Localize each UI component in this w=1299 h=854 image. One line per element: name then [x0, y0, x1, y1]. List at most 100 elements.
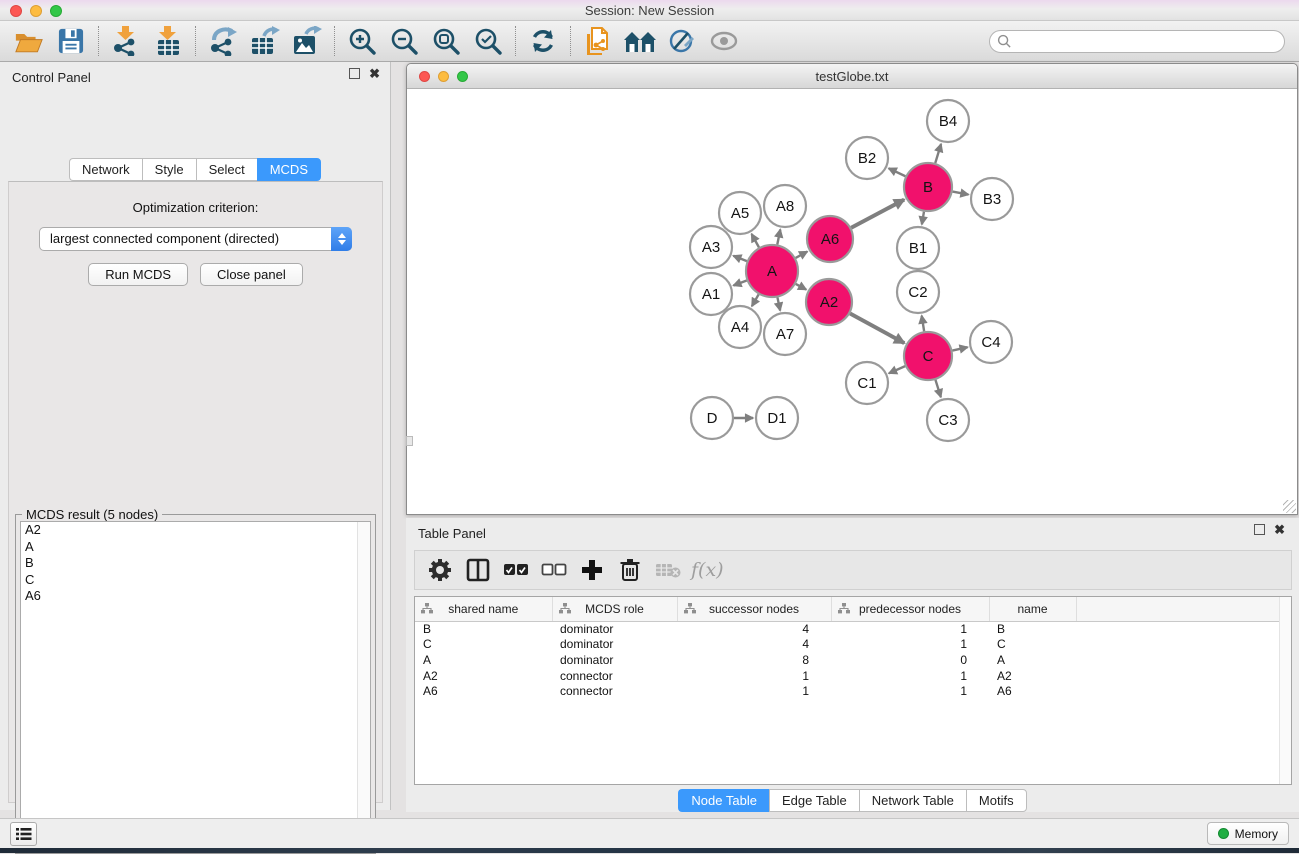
zoom-selected-button[interactable] — [467, 24, 509, 58]
result-scrollbar[interactable] — [357, 522, 370, 848]
table-cell[interactable]: 8 — [677, 652, 831, 668]
tab-motifs[interactable]: Motifs — [966, 789, 1027, 812]
mcds-result-item[interactable]: A6 — [21, 588, 370, 605]
table-cell[interactable]: A — [989, 652, 1076, 668]
table-row[interactable]: A2connector11A2 — [415, 668, 1291, 684]
graph-edge[interactable] — [889, 366, 905, 373]
float-panel-icon[interactable] — [1254, 524, 1265, 535]
table-cell[interactable]: B — [415, 621, 552, 637]
zoom-out-button[interactable] — [383, 24, 425, 58]
table-cell[interactable]: 1 — [677, 683, 831, 699]
zoom-fit-button[interactable] — [425, 24, 467, 58]
graph-edge[interactable] — [752, 234, 759, 247]
column-header-name[interactable]: name — [989, 597, 1076, 621]
export-table-button[interactable] — [244, 24, 286, 58]
network-window-titlebar[interactable]: testGlobe.txt — [407, 64, 1297, 89]
table-cell[interactable]: A — [415, 652, 552, 668]
export-image-button[interactable] — [286, 24, 328, 58]
column-header-predecessor-nodes[interactable]: predecessor nodes — [831, 597, 989, 621]
save-session-button[interactable] — [50, 24, 92, 58]
close-panel-button[interactable]: Close panel — [200, 263, 303, 286]
graph-edge[interactable] — [796, 284, 806, 290]
export-network-button[interactable] — [202, 24, 244, 58]
graph-edge[interactable] — [733, 256, 747, 261]
close-panel-icon[interactable]: ✖ — [1274, 524, 1285, 535]
tab-network-table[interactable]: Network Table — [859, 789, 966, 812]
graph-edge[interactable] — [733, 281, 746, 286]
eye-button[interactable] — [703, 24, 745, 58]
select-all-button[interactable] — [501, 555, 531, 585]
table-cell[interactable]: connector — [552, 683, 677, 699]
column-selector-button[interactable] — [463, 555, 493, 585]
settings-gear-button[interactable] — [425, 555, 455, 585]
table-cell[interactable]: 4 — [677, 621, 831, 637]
table-scrollbar[interactable] — [1279, 597, 1291, 784]
table-row[interactable]: Bdominator41B — [415, 621, 1291, 637]
import-network-button[interactable] — [105, 24, 147, 58]
table-cell[interactable]: dominator — [552, 621, 677, 637]
resize-grip-icon[interactable] — [1283, 500, 1296, 513]
table-cell[interactable]: dominator — [552, 637, 677, 653]
column-header-shared-name[interactable]: shared name — [415, 597, 552, 621]
table-cell[interactable]: 1 — [831, 668, 989, 684]
memory-button[interactable]: Memory — [1207, 822, 1289, 845]
delete-column-button[interactable] — [615, 555, 645, 585]
function-builder-icon[interactable]: f(x) — [691, 559, 724, 581]
table-cell[interactable]: 4 — [677, 637, 831, 653]
open-file-button[interactable] — [8, 24, 50, 58]
deselect-all-button[interactable] — [539, 555, 569, 585]
table-cell[interactable]: A2 — [415, 668, 552, 684]
table-row[interactable]: Cdominator41C — [415, 637, 1291, 653]
table-cell[interactable]: connector — [552, 668, 677, 684]
float-panel-icon[interactable] — [349, 68, 360, 79]
table-cell[interactable]: A2 — [989, 668, 1076, 684]
graph-edge[interactable] — [935, 144, 941, 163]
tab-node-table[interactable]: Node Table — [678, 789, 769, 812]
graph-edge[interactable] — [851, 200, 904, 228]
refresh-button[interactable] — [522, 24, 564, 58]
table-row[interactable]: Adominator80A — [415, 652, 1291, 668]
zoom-in-button[interactable] — [341, 24, 383, 58]
splitter-handle[interactable] — [406, 436, 413, 446]
table-cell[interactable]: A6 — [415, 683, 552, 699]
graph-edge[interactable] — [889, 168, 906, 176]
mcds-result-item[interactable]: C — [21, 572, 370, 589]
table-cell[interactable]: 1 — [831, 621, 989, 637]
table-cell[interactable]: dominator — [552, 652, 677, 668]
tab-edge-table[interactable]: Edge Table — [769, 789, 859, 812]
task-history-button[interactable] — [10, 822, 37, 846]
column-header-successor-nodes[interactable]: successor nodes — [677, 597, 831, 621]
import-table-button[interactable] — [147, 24, 189, 58]
graph-edge[interactable] — [922, 316, 924, 332]
delete-table-button[interactable] — [653, 555, 683, 585]
houses-button[interactable] — [619, 24, 661, 58]
search-input[interactable] — [989, 30, 1285, 53]
table-cell[interactable]: B — [989, 621, 1076, 637]
column-header-mcds-role[interactable]: MCDS role — [552, 597, 677, 621]
network-canvas[interactable]: B4B2BB3A5A8A6B1A3AC2A1A2A4A7C4CC1C3DD1 — [407, 89, 1297, 514]
table-cell[interactable]: 1 — [831, 637, 989, 653]
graph-edge[interactable] — [953, 192, 969, 195]
run-mcds-button[interactable]: Run MCDS — [88, 263, 188, 286]
graph-edge[interactable] — [850, 313, 904, 343]
tab-network[interactable]: Network — [69, 158, 142, 181]
table-cell[interactable]: 1 — [831, 683, 989, 699]
graph-edge[interactable] — [935, 380, 940, 397]
mcds-result-item[interactable]: B — [21, 555, 370, 572]
tab-select[interactable]: Select — [196, 158, 257, 181]
add-column-button[interactable] — [577, 555, 607, 585]
graph-edge[interactable] — [922, 212, 924, 225]
table-row[interactable]: A6connector11A6 — [415, 683, 1291, 699]
graph-edge[interactable] — [952, 347, 967, 350]
graph-edge[interactable] — [796, 252, 808, 258]
clone-network-button[interactable] — [577, 24, 619, 58]
tab-style[interactable]: Style — [142, 158, 196, 181]
mcds-result-item[interactable]: A2 — [21, 522, 370, 539]
table-cell[interactable]: C — [415, 637, 552, 653]
optimization-criterion-select[interactable]: largest connected component (directed) — [39, 227, 352, 251]
table-cell[interactable]: C — [989, 637, 1076, 653]
graph-edge[interactable] — [777, 230, 780, 245]
close-panel-icon[interactable]: ✖ — [369, 68, 380, 79]
table-cell[interactable]: 1 — [677, 668, 831, 684]
mcds-result-item[interactable]: A — [21, 539, 370, 556]
